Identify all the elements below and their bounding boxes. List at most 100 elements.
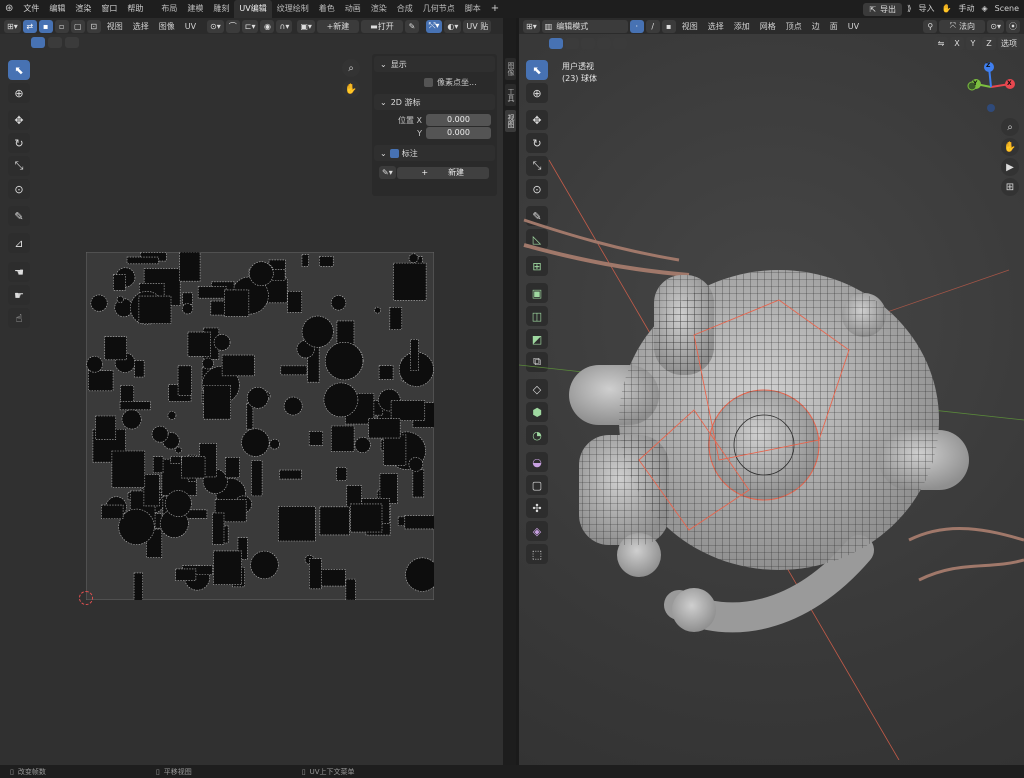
sidebar-tab-tool[interactable]: 工具 — [505, 84, 516, 106]
pin-icon[interactable]: ✎ — [404, 19, 419, 33]
pos-y-field[interactable]: 0.000 — [426, 127, 491, 139]
uv-menu-select[interactable]: 选择 — [128, 21, 154, 32]
zoom-icon[interactable]: ⌕ — [342, 59, 360, 77]
menu-help[interactable]: 帮助 — [122, 0, 148, 18]
editor-type-button[interactable]: ⊞▾ — [4, 19, 21, 33]
navigation-gizmo[interactable] — [962, 58, 1020, 116]
import-button[interactable]: 导入 — [913, 0, 939, 18]
tool-annotate[interactable]: ✎ — [8, 206, 30, 226]
edge-mode-icon[interactable]: / — [645, 19, 660, 33]
vp-tool-cursor[interactable]: ⊕ — [526, 83, 548, 103]
select-mode-new-icon[interactable] — [549, 38, 563, 49]
uv-menu-view[interactable]: 视图 — [102, 21, 128, 32]
snap-icon[interactable]: ⦿ — [1006, 19, 1020, 33]
orientation-selector[interactable]: ⤧ 法向 — [939, 19, 986, 33]
vertex-mode-icon[interactable]: · — [629, 19, 644, 33]
select-mode-extend-icon[interactable] — [48, 37, 62, 48]
sidebar-tab-view[interactable]: 视图 — [505, 110, 516, 132]
cursor-panel-header[interactable]: ⌄ 2D 游标 — [374, 94, 495, 110]
tab-modeling[interactable]: 建模 — [182, 0, 208, 18]
select-mode-invert-icon[interactable] — [597, 38, 611, 49]
face-mode-icon[interactable]: ▪ — [661, 19, 676, 33]
tab-uv-editing[interactable]: UV编辑 — [234, 0, 272, 18]
snap-icon[interactable]: ⌒ — [225, 19, 240, 33]
tool-relax[interactable]: ☛ — [8, 285, 30, 305]
axis-z-toggle[interactable]: Z — [982, 37, 996, 50]
sticky-select-icon[interactable]: ⊡ — [86, 19, 101, 33]
tab-texture-paint[interactable]: 纹理绘制 — [272, 0, 314, 18]
vp-menu-edge[interactable]: 边 — [807, 21, 825, 32]
tab-compositing[interactable]: 合成 — [392, 0, 418, 18]
vp-menu-add[interactable]: 添加 — [729, 21, 755, 32]
tab-scripting[interactable]: 脚本 — [460, 0, 486, 18]
sync-selection-icon[interactable]: ⇄ — [22, 19, 37, 33]
blender-logo-icon[interactable]: ⊛ — [0, 0, 18, 18]
tab-sculpting[interactable]: 雕刻 — [208, 0, 234, 18]
vp-menu-vertex[interactable]: 顶点 — [781, 21, 807, 32]
tab-shading[interactable]: 着色 — [314, 0, 340, 18]
tool-cursor[interactable]: ⊕ — [8, 83, 30, 103]
tool-grab[interactable]: ☚ — [8, 262, 30, 282]
new-image-button[interactable]: + 新建 — [316, 19, 359, 33]
tab-layout[interactable]: 布局 — [156, 0, 182, 18]
select-mode-new-icon[interactable] — [31, 37, 45, 48]
vp-menu-mesh[interactable]: 网格 — [755, 21, 781, 32]
vp-tool-move[interactable]: ✥ — [526, 110, 548, 130]
axis-y-toggle[interactable]: Y — [966, 37, 980, 50]
tool-rip[interactable]: ⊿ — [8, 233, 30, 253]
uv-2d-cursor-icon[interactable] — [79, 591, 93, 605]
vp-menu-face[interactable]: 面 — [825, 21, 843, 32]
manual-button[interactable]: 手动 — [953, 0, 979, 18]
tool-rotate[interactable]: ↻ — [8, 133, 30, 153]
vp-menu-view[interactable]: 视图 — [677, 21, 703, 32]
add-workspace-button[interactable]: + — [486, 0, 504, 18]
menu-file[interactable]: 文件 — [18, 0, 44, 18]
annotation-panel-header[interactable]: ⌄ 标注 — [374, 145, 495, 161]
snap-target-icon[interactable]: ⊏▾ — [241, 19, 259, 33]
uv-map-selector[interactable]: UV 贴 — [463, 19, 492, 33]
tab-rendering[interactable]: 渲染 — [366, 0, 392, 18]
tool-pinch[interactable]: ☝ — [8, 308, 30, 328]
mirror-icon[interactable]: ⇋ — [934, 37, 948, 50]
pivot-icon[interactable]: ⊙▾ — [207, 19, 224, 33]
viewport-zoom-icon[interactable]: ⌕ — [1001, 118, 1019, 136]
pos-x-field[interactable]: 0.000 — [426, 114, 491, 126]
uv-layout-canvas[interactable] — [86, 252, 434, 600]
pixel-coords-checkbox[interactable] — [424, 77, 433, 87]
vp-tool-select[interactable]: ⬉ — [526, 60, 548, 80]
uv-menu-uv[interactable]: UV — [180, 22, 201, 31]
pivot-point-icon[interactable]: ⊙▾ — [987, 19, 1004, 33]
export-button[interactable]: ⇱ 导出 — [863, 2, 903, 16]
tool-transform[interactable]: ⊙ — [8, 179, 30, 199]
select-mode-intersect-icon[interactable] — [613, 38, 627, 49]
uv-menu-image[interactable]: 图像 — [154, 21, 180, 32]
editor-type-button[interactable]: ⊞▾ — [523, 19, 540, 33]
options-dropdown[interactable]: 选项 — [998, 37, 1020, 50]
proportional-icon[interactable]: ◉ — [260, 19, 275, 33]
tool-move[interactable]: ✥ — [8, 110, 30, 130]
uv-sculpt-icon[interactable]: ⤲▾ — [425, 19, 443, 33]
pan-hand-icon[interactable]: ✋ — [342, 80, 360, 98]
vertex-select-icon[interactable]: ▪ — [38, 19, 53, 33]
falloff-icon[interactable]: ∩▾ — [276, 19, 293, 33]
annotation-checkbox[interactable] — [389, 148, 399, 158]
tool-scale[interactable]: ⤡ — [8, 156, 30, 176]
vp-menu-uv[interactable]: UV — [843, 22, 864, 31]
scene-selector[interactable]: Scene — [990, 0, 1024, 18]
tab-geometry-nodes[interactable]: 几何节点 — [418, 0, 460, 18]
menu-edit[interactable]: 编辑 — [44, 0, 70, 18]
select-mode-extend-icon[interactable] — [565, 38, 579, 49]
vp-menu-select[interactable]: 选择 — [703, 21, 729, 32]
select-mode-subtract-icon[interactable] — [581, 38, 595, 49]
axis-x-toggle[interactable]: X — [950, 37, 964, 50]
open-image-button[interactable]: ▬ 打开 — [360, 19, 403, 33]
overlay-icon[interactable]: ◐▾ — [444, 19, 462, 33]
eyedropper-icon[interactable]: ⚲ — [923, 19, 938, 33]
edge-select-icon[interactable]: ▫ — [54, 19, 69, 33]
edit-mode-selector[interactable]: ▥ 编辑模式 — [541, 19, 628, 33]
menu-render[interactable]: 渲染 — [70, 0, 96, 18]
tool-select-box[interactable]: ⬉ — [8, 60, 30, 80]
select-mode-subtract-icon[interactable] — [65, 37, 79, 48]
annotation-new-button[interactable]: + 新建 — [396, 166, 489, 179]
display-panel-header[interactable]: ⌄ 显示 — [374, 56, 495, 72]
